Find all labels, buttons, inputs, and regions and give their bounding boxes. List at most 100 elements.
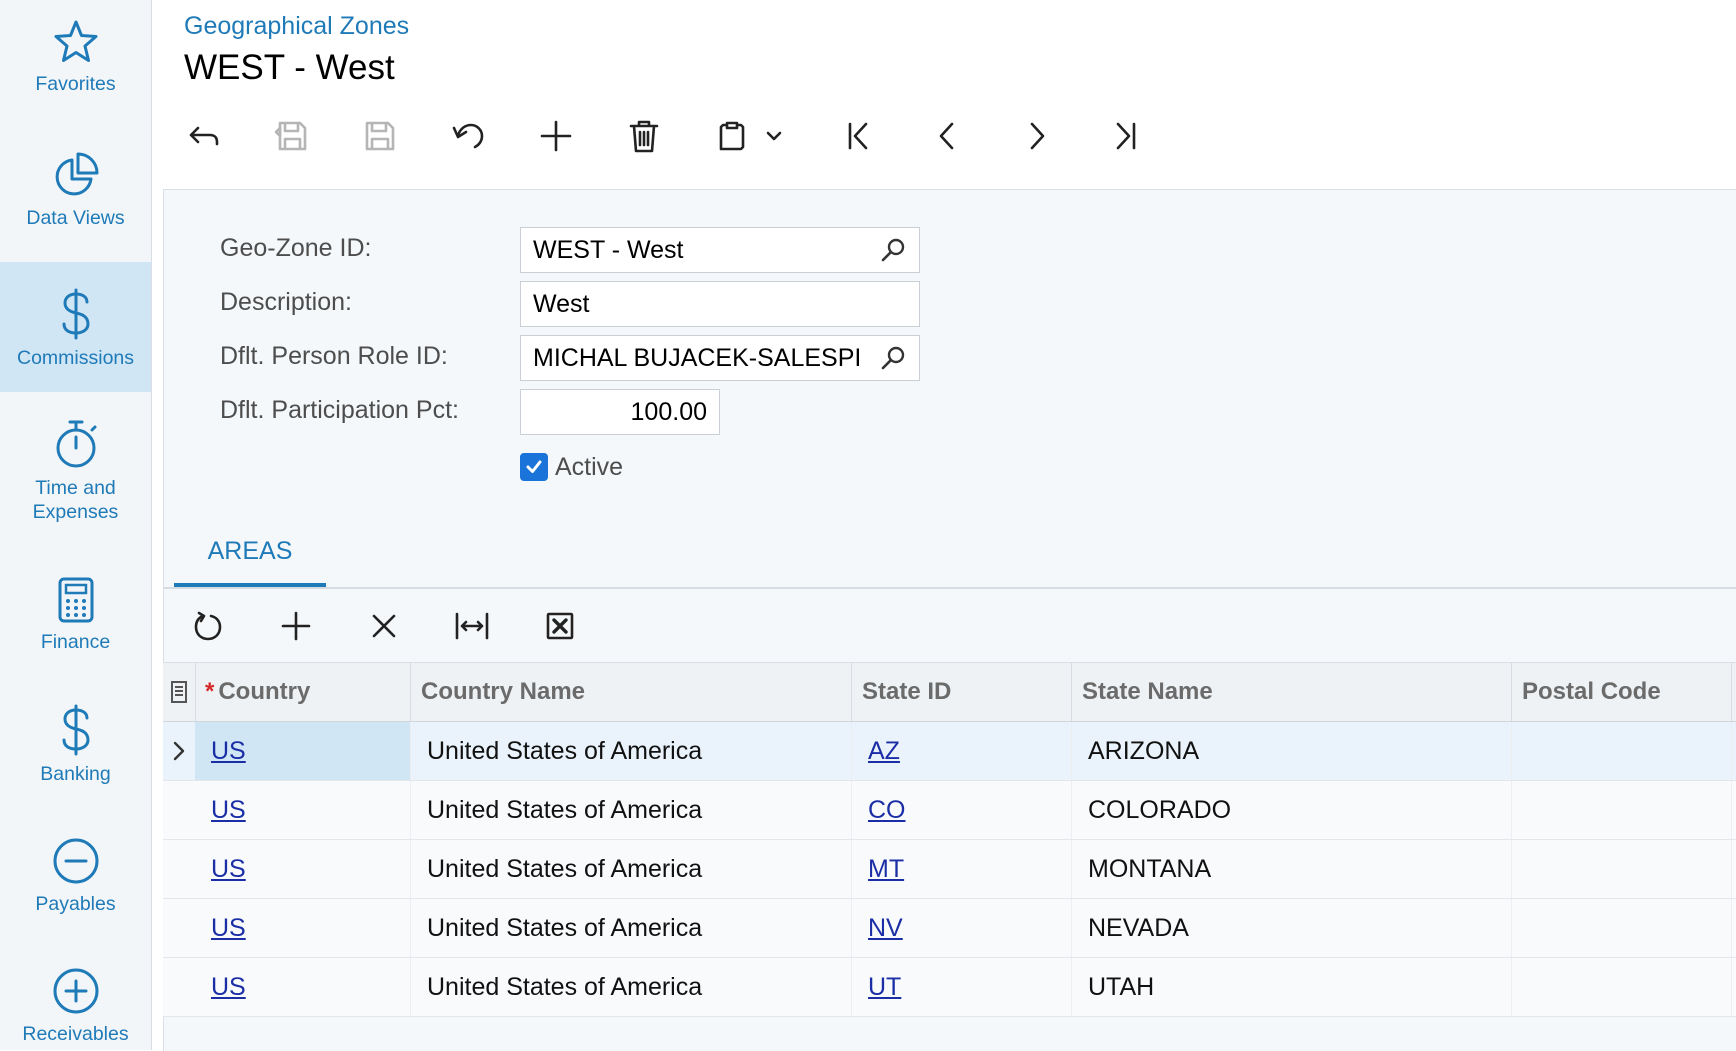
delete-button[interactable] [616,108,672,164]
country-link[interactable]: US [211,973,246,1001]
sidebar-item-label: Receivables [22,1023,129,1045]
grid-header: * Country Country Name State ID State Nam… [163,663,1736,722]
participation-pct-label: Dflt. Participation Pct: [220,396,459,424]
sidebar-item-label: Data Views [26,207,125,229]
next-record-icon [1030,122,1045,150]
row-selector-header[interactable] [163,663,196,721]
country-link[interactable]: US [211,796,246,824]
column-header-state-id[interactable]: State ID [852,663,1072,721]
state-id-link[interactable]: NV [868,914,903,942]
column-header-postal-code[interactable]: Postal Code [1512,663,1732,721]
sidebar-item-data-views[interactable]: Data Views [0,150,151,236]
state-id-cell[interactable]: MT [852,840,1072,898]
state-id-cell[interactable]: CO [852,781,1072,839]
tab-areas[interactable]: AREAS [174,534,326,588]
add-row-button[interactable] [268,598,324,654]
row-selector[interactable] [163,899,195,957]
calculator-icon [58,577,93,623]
state-name-cell: COLORADO [1072,781,1512,839]
country-link[interactable]: US [211,737,246,765]
postal-code-cell[interactable] [1512,840,1732,898]
row-selector[interactable] [163,722,195,780]
last-record-button[interactable] [1096,108,1152,164]
postal-code-cell[interactable] [1512,722,1732,780]
country-cell[interactable]: US [195,722,411,780]
state-id-cell[interactable]: AZ [852,722,1072,780]
sidebar-item-label: Payables [35,893,116,915]
save-close-button[interactable] [264,108,320,164]
save-close-icon [274,121,307,151]
search-icon [881,238,905,262]
state-id-link[interactable]: UT [868,973,901,1001]
table-row[interactable]: US United States of America MT MONTANA [163,840,1736,899]
fit-columns-button[interactable] [444,598,500,654]
description-field[interactable]: West [520,281,920,327]
active-checkbox[interactable] [520,453,548,481]
clipboard-button[interactable] [704,108,760,164]
column-header-state-name[interactable]: State Name [1072,663,1512,721]
sidebar-item-favorites[interactable]: Favorites [0,18,151,104]
add-button[interactable] [528,108,584,164]
state-id-link[interactable]: AZ [868,737,900,765]
column-header-country[interactable]: * Country [195,663,411,721]
country-link[interactable]: US [211,855,246,883]
sidebar: Favorites Data Views Commissions Time an… [0,0,152,1050]
tab-divider [163,587,1736,589]
screen-title-link[interactable]: Geographical Zones [184,12,409,41]
country-name-cell: United States of America [411,781,852,839]
sidebar-item-label: Finance [40,631,111,653]
state-name-cell: ARIZONA [1072,722,1512,780]
table-row[interactable]: US United States of America CO COLORADO [163,781,1736,840]
person-role-id-field[interactable]: MICHAL BUJACEK-SALESPI [520,335,920,381]
geo-zone-id-field[interactable]: WEST - West [520,227,920,273]
sidebar-item-finance[interactable]: Finance [0,576,151,662]
clipboard-dropdown-button[interactable] [754,108,794,164]
back-button[interactable] [176,108,232,164]
row-selector[interactable] [163,958,195,1016]
cancel-button[interactable] [440,108,496,164]
sidebar-item-receivables[interactable]: Receivables [0,966,151,1050]
state-id-cell[interactable]: NV [852,899,1072,957]
export-excel-button[interactable] [532,598,588,654]
country-link[interactable]: US [211,914,246,942]
save-button[interactable] [352,108,408,164]
table-row[interactable]: US United States of America NV NEVADA [163,899,1736,958]
previous-record-button[interactable] [920,108,976,164]
postal-code-cell[interactable] [1512,958,1732,1016]
geo-zone-id-label: Geo-Zone ID: [220,234,372,262]
column-header-country-name[interactable]: Country Name [411,663,852,721]
row-selector[interactable] [163,840,195,898]
country-cell[interactable]: US [195,840,411,898]
pie-chart-icon [55,152,98,196]
excel-icon [546,612,574,640]
country-cell[interactable]: US [195,781,411,839]
row-selector[interactable] [163,781,195,839]
geo-zone-id-value: WEST - West [533,235,684,264]
next-record-button[interactable] [1008,108,1064,164]
state-id-link[interactable]: MT [868,855,904,883]
delete-row-button[interactable] [356,598,412,654]
sidebar-item-commissions[interactable]: Commissions [0,262,151,392]
state-id-cell[interactable]: UT [852,958,1072,1016]
chevron-down-icon [766,131,782,141]
sidebar-item-payables[interactable]: Payables [0,836,151,922]
sidebar-item-label: Commissions [16,347,135,369]
lookup-button[interactable] [879,236,907,264]
lookup-button[interactable] [879,344,907,372]
chevron-right-icon [173,741,185,761]
postal-code-cell[interactable] [1512,899,1732,957]
country-cell[interactable]: US [195,899,411,957]
plus-circle-icon [53,968,98,1014]
postal-code-cell[interactable] [1512,781,1732,839]
first-record-button[interactable] [832,108,888,164]
refresh-button[interactable] [180,598,236,654]
participation-pct-field[interactable]: 100.00 [520,389,720,435]
files-icon [171,681,187,703]
save-icon [365,121,395,151]
country-cell[interactable]: US [195,958,411,1016]
state-id-link[interactable]: CO [868,796,906,824]
table-row[interactable]: US United States of America UT UTAH [163,958,1736,1017]
table-row[interactable]: US United States of America AZ ARIZONA [163,722,1736,781]
sidebar-item-banking[interactable]: Banking [0,704,151,790]
sidebar-item-time-and-expenses[interactable]: Time and Expenses [0,418,151,524]
